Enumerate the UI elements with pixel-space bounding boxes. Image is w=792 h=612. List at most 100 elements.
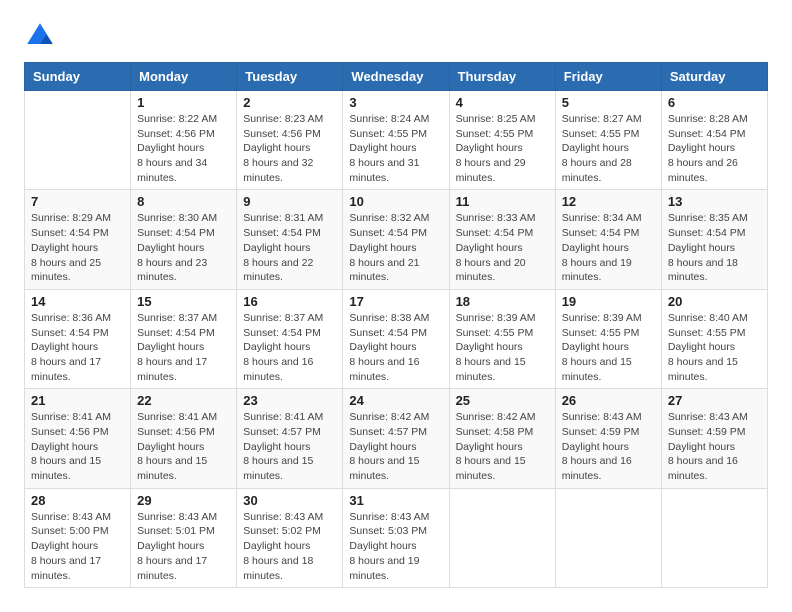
calendar-cell bbox=[449, 488, 555, 587]
weekday-header-friday: Friday bbox=[555, 63, 661, 91]
calendar-cell: 14Sunrise: 8:36 AMSunset: 4:54 PMDayligh… bbox=[25, 289, 131, 388]
day-info: Sunrise: 8:22 AMSunset: 4:56 PMDaylight … bbox=[137, 112, 230, 185]
day-number: 25 bbox=[456, 393, 549, 408]
calendar-cell: 29 Sunrise: 8:43 AMSunset: 5:01 PMDayligh… bbox=[131, 488, 237, 587]
weekday-header-saturday: Saturday bbox=[661, 63, 767, 91]
calendar-cell: 22 Sunrise: 8:41 AMSunset: 4:56 PMDayligh… bbox=[131, 389, 237, 488]
calendar-cell: 5 Sunrise: 8:27 AMSunset: 4:55 PMDaylight… bbox=[555, 91, 661, 190]
calendar-cell: 26 Sunrise: 8:43 AMSunset: 4:59 PMDayligh… bbox=[555, 389, 661, 488]
day-info: Sunrise: 8:24 AMSunset: 4:55 PMDaylight … bbox=[349, 112, 442, 185]
calendar-cell: 25 Sunrise: 8:42 AMSunset: 4:58 PMDayligh… bbox=[449, 389, 555, 488]
calendar-cell: 13 Sunrise: 8:35 AMSunset: 4:54 PMDayligh… bbox=[661, 190, 767, 289]
day-info: Sunrise: 8:38 AMSunset: 4:54 PMDaylight … bbox=[349, 311, 442, 384]
week-row-3: 14Sunrise: 8:36 AMSunset: 4:54 PMDayligh… bbox=[25, 289, 768, 388]
day-number: 24 bbox=[349, 393, 442, 408]
day-info: Sunrise: 8:25 AMSunset: 4:55 PMDaylight … bbox=[456, 112, 549, 185]
day-number: 18 bbox=[456, 294, 549, 309]
calendar-cell: 20 Sunrise: 8:40 AMSunset: 4:55 PMDayligh… bbox=[661, 289, 767, 388]
calendar-cell: 2Sunrise: 8:23 AMSunset: 4:56 PMDaylight… bbox=[237, 91, 343, 190]
day-info: Sunrise: 8:35 AMSunset: 4:54 PMDaylight … bbox=[668, 211, 761, 284]
day-number: 21 bbox=[31, 393, 124, 408]
day-number: 5 bbox=[562, 95, 655, 110]
day-info: Sunrise: 8:43 AMSunset: 5:03 PMDaylight … bbox=[349, 510, 442, 583]
calendar-cell: 8 Sunrise: 8:30 AMSunset: 4:54 PMDaylight… bbox=[131, 190, 237, 289]
calendar-cell: 6 Sunrise: 8:28 AMSunset: 4:54 PMDaylight… bbox=[661, 91, 767, 190]
calendar-cell: 28 Sunrise: 8:43 AMSunset: 5:00 PMDayligh… bbox=[25, 488, 131, 587]
day-info: Sunrise: 8:34 AMSunset: 4:54 PMDaylight … bbox=[562, 211, 655, 284]
day-info: Sunrise: 8:33 AMSunset: 4:54 PMDaylight … bbox=[456, 211, 549, 284]
day-info: Sunrise: 8:32 AMSunset: 4:54 PMDaylight … bbox=[349, 211, 442, 284]
day-number: 29 bbox=[137, 493, 230, 508]
day-info: Sunrise: 8:43 AMSunset: 5:00 PMDaylight … bbox=[31, 510, 124, 583]
calendar-cell: 7 Sunrise: 8:29 AMSunset: 4:54 PMDaylight… bbox=[25, 190, 131, 289]
logo bbox=[24, 20, 60, 52]
day-number: 8 bbox=[137, 194, 230, 209]
day-info: Sunrise: 8:43 AMSunset: 5:02 PMDaylight … bbox=[243, 510, 336, 583]
day-number: 17 bbox=[349, 294, 442, 309]
day-number: 4 bbox=[456, 95, 549, 110]
weekday-header-wednesday: Wednesday bbox=[343, 63, 449, 91]
page-header bbox=[24, 20, 768, 52]
day-info: Sunrise: 8:40 AMSunset: 4:55 PMDaylight … bbox=[668, 311, 761, 384]
day-number: 31 bbox=[349, 493, 442, 508]
day-info: Sunrise: 8:43 AMSunset: 4:59 PMDaylight … bbox=[668, 410, 761, 483]
day-number: 19 bbox=[562, 294, 655, 309]
day-number: 23 bbox=[243, 393, 336, 408]
day-number: 27 bbox=[668, 393, 761, 408]
day-number: 26 bbox=[562, 393, 655, 408]
day-info: Sunrise: 8:28 AMSunset: 4:54 PMDaylight … bbox=[668, 112, 761, 185]
calendar-cell: 11Sunrise: 8:33 AMSunset: 4:54 PMDayligh… bbox=[449, 190, 555, 289]
day-number: 1 bbox=[137, 95, 230, 110]
calendar-cell: 9 Sunrise: 8:31 AMSunset: 4:54 PMDaylight… bbox=[237, 190, 343, 289]
day-info: Sunrise: 8:43 AMSunset: 4:59 PMDaylight … bbox=[562, 410, 655, 483]
weekday-header-tuesday: Tuesday bbox=[237, 63, 343, 91]
calendar-cell bbox=[25, 91, 131, 190]
calendar-cell: 24Sunrise: 8:42 AMSunset: 4:57 PMDayligh… bbox=[343, 389, 449, 488]
day-number: 22 bbox=[137, 393, 230, 408]
day-info: Sunrise: 8:30 AMSunset: 4:54 PMDaylight … bbox=[137, 211, 230, 284]
day-info: Sunrise: 8:37 AMSunset: 4:54 PMDaylight … bbox=[243, 311, 336, 384]
day-info: Sunrise: 8:41 AMSunset: 4:56 PMDaylight … bbox=[137, 410, 230, 483]
day-number: 30 bbox=[243, 493, 336, 508]
day-info: Sunrise: 8:39 AMSunset: 4:55 PMDaylight … bbox=[456, 311, 549, 384]
day-number: 3 bbox=[349, 95, 442, 110]
calendar-cell: 15 Sunrise: 8:37 AMSunset: 4:54 PMDayligh… bbox=[131, 289, 237, 388]
day-number: 28 bbox=[31, 493, 124, 508]
day-number: 13 bbox=[668, 194, 761, 209]
day-info: Sunrise: 8:41 AMSunset: 4:56 PMDaylight … bbox=[31, 410, 124, 483]
day-number: 14 bbox=[31, 294, 124, 309]
day-info: Sunrise: 8:31 AMSunset: 4:54 PMDaylight … bbox=[243, 211, 336, 284]
day-number: 12 bbox=[562, 194, 655, 209]
week-row-4: 21 Sunrise: 8:41 AMSunset: 4:56 PMDayligh… bbox=[25, 389, 768, 488]
day-info: Sunrise: 8:29 AMSunset: 4:54 PMDaylight … bbox=[31, 211, 124, 284]
day-info: Sunrise: 8:42 AMSunset: 4:58 PMDaylight … bbox=[456, 410, 549, 483]
day-number: 15 bbox=[137, 294, 230, 309]
calendar-cell: 27 Sunrise: 8:43 AMSunset: 4:59 PMDayligh… bbox=[661, 389, 767, 488]
calendar-cell bbox=[555, 488, 661, 587]
day-info: Sunrise: 8:37 AMSunset: 4:54 PMDaylight … bbox=[137, 311, 230, 384]
week-row-5: 28 Sunrise: 8:43 AMSunset: 5:00 PMDayligh… bbox=[25, 488, 768, 587]
calendar-cell: 30 Sunrise: 8:43 AMSunset: 5:02 PMDayligh… bbox=[237, 488, 343, 587]
calendar-cell: 19Sunrise: 8:39 AMSunset: 4:55 PMDayligh… bbox=[555, 289, 661, 388]
logo-icon bbox=[24, 20, 56, 52]
calendar-cell: 21 Sunrise: 8:41 AMSunset: 4:56 PMDayligh… bbox=[25, 389, 131, 488]
weekday-header-sunday: Sunday bbox=[25, 63, 131, 91]
calendar-cell: 4 Sunrise: 8:25 AMSunset: 4:55 PMDaylight… bbox=[449, 91, 555, 190]
day-number: 7 bbox=[31, 194, 124, 209]
day-number: 20 bbox=[668, 294, 761, 309]
day-info: Sunrise: 8:41 AMSunset: 4:57 PMDaylight … bbox=[243, 410, 336, 483]
weekday-header-monday: Monday bbox=[131, 63, 237, 91]
calendar-cell: 12 Sunrise: 8:34 AMSunset: 4:54 PMDayligh… bbox=[555, 190, 661, 289]
day-number: 9 bbox=[243, 194, 336, 209]
calendar-cell: 3 Sunrise: 8:24 AMSunset: 4:55 PMDaylight… bbox=[343, 91, 449, 190]
day-info: Sunrise: 8:43 AMSunset: 5:01 PMDaylight … bbox=[137, 510, 230, 583]
day-number: 16 bbox=[243, 294, 336, 309]
week-row-2: 7 Sunrise: 8:29 AMSunset: 4:54 PMDaylight… bbox=[25, 190, 768, 289]
week-row-1: 1 Sunrise: 8:22 AMSunset: 4:56 PMDaylight… bbox=[25, 91, 768, 190]
calendar-cell: 18 Sunrise: 8:39 AMSunset: 4:55 PMDayligh… bbox=[449, 289, 555, 388]
calendar-cell: 31 Sunrise: 8:43 AMSunset: 5:03 PMDayligh… bbox=[343, 488, 449, 587]
weekday-header-thursday: Thursday bbox=[449, 63, 555, 91]
calendar-cell: 10Sunrise: 8:32 AMSunset: 4:54 PMDayligh… bbox=[343, 190, 449, 289]
day-info: Sunrise: 8:27 AMSunset: 4:55 PMDaylight … bbox=[562, 112, 655, 185]
day-number: 6 bbox=[668, 95, 761, 110]
